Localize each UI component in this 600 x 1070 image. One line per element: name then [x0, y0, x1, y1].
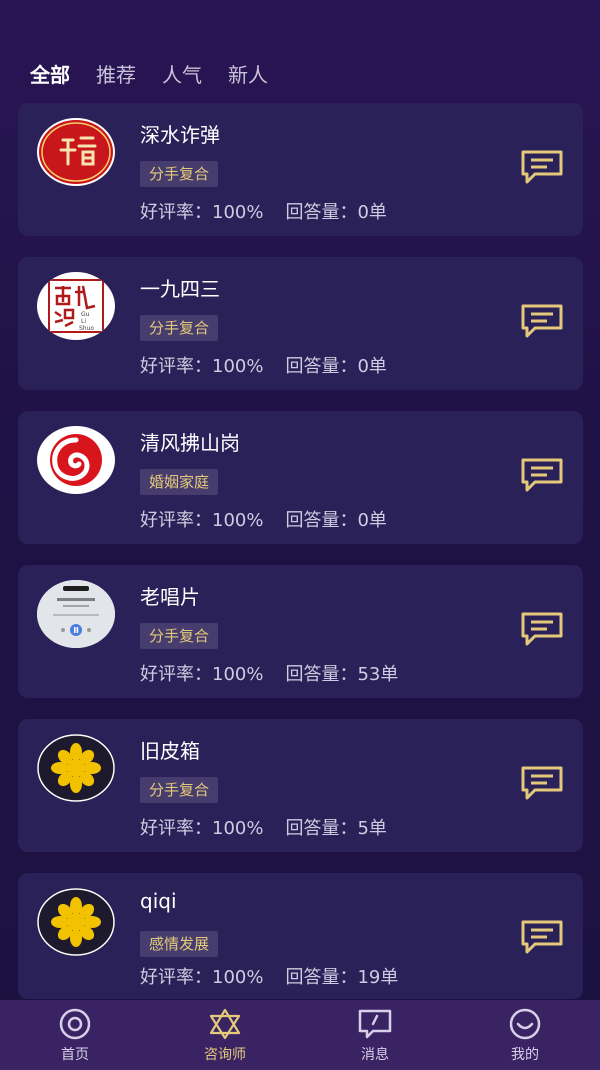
consultant-card[interactable]: Gu Li Shuo 一九四三 分手复合 好评率：100% 回答量：0单 [18, 257, 583, 390]
answers-value: 0单 [357, 356, 387, 377]
consultant-name: qiqi [140, 889, 177, 913]
nav-consultants[interactable]: 咨询师 [150, 1000, 300, 1070]
star-of-david-icon [209, 1008, 241, 1040]
nav-profile[interactable]: 我的 [450, 1000, 600, 1070]
specialty-tag: 分手复合 [140, 623, 219, 649]
nav-label: 我的 [511, 1047, 539, 1063]
rating-label: 好评率： [140, 202, 212, 223]
consultant-stats: 好评率：100% 回答量：5单 [140, 814, 409, 840]
tab-new[interactable]: 新人 [228, 60, 268, 90]
guli-shuo-seal-icon: Gu Li Shuo [37, 272, 115, 340]
nav-label: 消息 [361, 1047, 389, 1063]
specialty-tag: 分手复合 [140, 315, 219, 341]
smile-icon [509, 1008, 541, 1040]
answers-value: 53单 [357, 664, 399, 685]
answers-label: 回答量： [285, 356, 358, 377]
yellow-flower-icon [37, 888, 115, 956]
consultant-stats: 好评率：100% 回答量：0单 [140, 352, 409, 378]
svg-text:Shuo: Shuo [79, 325, 94, 332]
rating-label: 好评率： [140, 510, 212, 531]
message-icon [358, 1009, 392, 1039]
consultant-stats: 好评率：100% 回答量：0单 [140, 198, 409, 224]
rating-label: 好评率： [140, 356, 212, 377]
filter-tabs: 全部 推荐 人气 新人 [30, 60, 294, 90]
consultant-card[interactable]: 清风拂山岗 婚姻家庭 好评率：100% 回答量：0单 [18, 411, 583, 544]
rating-label: 好评率： [140, 818, 212, 839]
chat-icon[interactable] [519, 919, 565, 955]
red-swirl-icon [37, 426, 115, 494]
chat-icon[interactable] [519, 611, 565, 647]
yellow-flower-icon [37, 734, 115, 802]
fu-seal-icon [37, 118, 115, 186]
rating-value: 100% [212, 818, 264, 839]
target-icon [59, 1008, 91, 1040]
specialty-tag: 婚姻家庭 [140, 469, 219, 495]
consultant-name: 深水诈弹 [140, 123, 220, 147]
svg-text:Gu: Gu [81, 311, 90, 318]
consultant-card[interactable]: 深水诈弹 分手复合 好评率：100% 回答量：0单 [18, 103, 583, 236]
answers-label: 回答量： [285, 202, 358, 223]
answers-value: 0单 [357, 510, 387, 531]
answers-label: 回答量： [285, 818, 358, 839]
svg-text:Li: Li [81, 318, 86, 325]
rating-value: 100% [212, 510, 264, 531]
consultant-card[interactable]: qiqi 感情发展 好评率：100% 回答量：19单 [18, 873, 583, 999]
specialty-tag: 分手复合 [140, 161, 219, 187]
rating-value: 100% [212, 202, 264, 223]
nav-label: 首页 [61, 1047, 89, 1063]
rating-value: 100% [212, 356, 264, 377]
rating-label: 好评率： [140, 664, 212, 685]
consultant-name: 老唱片 [140, 585, 200, 609]
nav-label: 咨询师 [204, 1047, 246, 1063]
tab-popular[interactable]: 人气 [162, 60, 202, 90]
consultant-name: 旧皮箱 [140, 739, 200, 763]
answers-value: 19单 [357, 967, 399, 988]
music-player-icon [37, 580, 115, 648]
nav-home[interactable]: 首页 [0, 1000, 150, 1070]
answers-label: 回答量： [285, 967, 358, 988]
consultant-card[interactable]: 旧皮箱 分手复合 好评率：100% 回答量：5单 [18, 719, 583, 852]
consultant-stats: 好评率：100% 回答量：53单 [140, 660, 420, 686]
rating-value: 100% [212, 967, 264, 988]
specialty-tag: 感情发展 [140, 931, 219, 957]
chat-icon[interactable] [519, 457, 565, 493]
chat-icon[interactable] [519, 303, 565, 339]
chat-icon[interactable] [519, 765, 565, 801]
answers-label: 回答量： [285, 510, 358, 531]
consultant-list: 深水诈弹 分手复合 好评率：100% 回答量：0单 Gu Li Shuo 一九四… [18, 103, 583, 1020]
consultant-name: 一九四三 [140, 277, 220, 301]
specialty-tag: 分手复合 [140, 777, 219, 803]
consultant-name: 清风拂山岗 [140, 431, 240, 455]
consultant-card[interactable]: 老唱片 分手复合 好评率：100% 回答量：53单 [18, 565, 583, 698]
bottom-nav: 首页 咨询师 消息 我的 [0, 1000, 600, 1070]
tab-recommended[interactable]: 推荐 [96, 60, 136, 90]
answers-value: 0单 [357, 202, 387, 223]
rating-value: 100% [212, 664, 264, 685]
tab-all[interactable]: 全部 [30, 60, 70, 90]
answers-label: 回答量： [285, 664, 358, 685]
nav-messages[interactable]: 消息 [300, 1000, 450, 1070]
chat-icon[interactable] [519, 149, 565, 185]
rating-label: 好评率： [140, 967, 212, 988]
answers-value: 5单 [357, 818, 387, 839]
consultant-stats: 好评率：100% 回答量：19单 [140, 963, 420, 989]
consultant-stats: 好评率：100% 回答量：0单 [140, 506, 409, 532]
